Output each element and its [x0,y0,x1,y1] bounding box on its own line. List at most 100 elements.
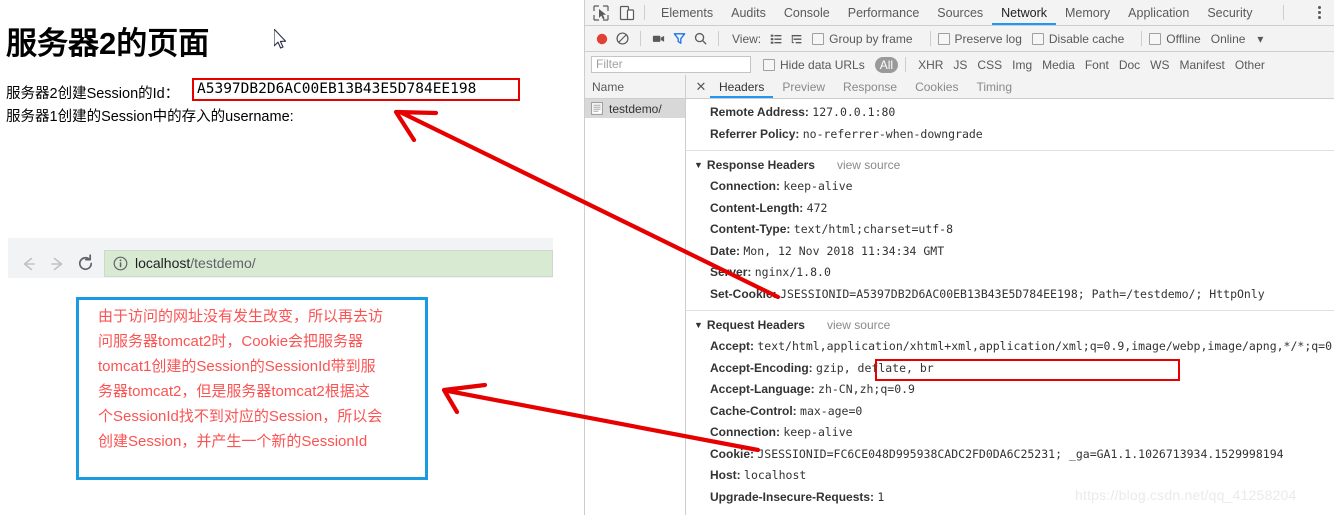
arrow-right-icon[interactable] [48,255,66,273]
tab-application[interactable]: Application [1119,1,1198,25]
header-row: Remote Address: 127.0.0.1:80 [686,102,1334,124]
detail-tab-timing[interactable]: Timing [967,76,1021,98]
header-row: Server: nginx/1.8.0 [686,262,1334,284]
capture-screenshots-icon[interactable] [648,28,669,49]
type-filter-js[interactable]: JS [948,57,972,73]
clear-no-entry-icon[interactable] [612,28,633,49]
type-filter-ws[interactable]: WS [1145,57,1174,73]
group-by-frame-option[interactable]: Group by frame [812,32,913,46]
request-row-label: testdemo/ [609,101,662,116]
type-filter-manifest[interactable]: Manifest [1175,57,1230,73]
preserve-log-option[interactable]: Preserve log [937,31,1022,46]
chevron-down-icon[interactable]: ▾ [1257,32,1263,46]
inspect-element-icon[interactable] [591,3,611,23]
detail-tab-cookies[interactable]: Cookies [906,76,967,98]
hide-data-urls-option[interactable]: Hide data URLs [763,58,865,72]
type-filter-xhr[interactable]: XHR [913,57,948,73]
disable-cache-option[interactable]: Disable cache [1031,32,1124,46]
header-row: Cache-Control: max-age=0 [686,401,1334,423]
header-value: 472 [806,200,828,215]
request-headers-title[interactable]: ▼ Request Headers view source [686,315,1334,336]
watermark-text: https://blog.csdn.net/qq_41258204 [1075,487,1297,503]
close-icon[interactable]: ✕ [692,79,710,95]
header-value: 1 [877,489,885,504]
waterfall-view-icon[interactable] [786,28,807,49]
response-headers-group: ▼ Response Headers view source Connection:… [686,151,1334,311]
view-source-link[interactable]: view source [837,158,900,172]
session-id-value: A5397DB2D6AC00EB13B43E5D784EE198 [197,81,477,97]
offline-label: Offline [1166,31,1201,46]
tab-audits[interactable]: Audits [722,1,775,25]
preserve-log-label: Preserve log [954,31,1022,46]
list-view-icon[interactable] [765,28,786,49]
tab-performance[interactable]: Performance [839,1,929,25]
throttle-value[interactable]: Online [1211,32,1246,46]
network-toolbar: View: Group by frame Preserve log Disabl… [585,26,1334,52]
reload-icon[interactable] [76,254,95,273]
arrow-left-icon[interactable] [20,255,38,273]
detail-tab-preview[interactable]: Preview [773,76,834,98]
request-row-testdemo[interactable]: testdemo/ [585,99,685,118]
tab-console[interactable]: Console [775,1,839,25]
header-row: Accept: text/html,application/xhtml+xml,… [686,336,1334,358]
record-circle-icon[interactable] [591,28,612,49]
header-row: Date: Mon, 12 Nov 2018 11:34:34 GMT [686,241,1334,263]
note-line: tomcat1创建的Session的SessionId带到服 [98,358,376,375]
type-filter-media[interactable]: Media [1037,57,1080,73]
request-list-header: Name [585,75,685,99]
tab-network[interactable]: Network [992,1,1056,25]
divider [718,31,719,46]
group-by-frame-checkbox[interactable] [812,32,825,45]
divider [644,5,645,20]
info-circle-icon[interactable] [113,256,128,271]
tab-elements[interactable]: Elements [652,1,722,25]
header-key: Connection: [710,179,780,193]
filter-input[interactable]: Filter [591,56,751,73]
device-toolbar-icon[interactable] [617,3,637,23]
header-value: JSESSIONID=A5397DB2D6AC00EB13B43E5D784EE… [780,286,1265,301]
caret-down-icon[interactable]: ▼ [694,155,703,176]
filter-funnel-icon[interactable] [669,28,690,49]
divider [1282,5,1284,20]
header-row: Host: localhost [686,465,1334,487]
tab-sources[interactable]: Sources [928,1,992,25]
network-body: Name testdemo/ ✕ Headers Preview Respons… [585,75,1334,515]
general-headers-group: Remote Address: 127.0.0.1:80 Referrer Po… [686,98,1334,151]
devtools-tab-bar: Elements Audits Console Performance Sour… [585,0,1334,26]
request-headers-group: ▼ Request Headers view source Accept: text… [686,311,1334,513]
tab-security[interactable]: Security [1198,1,1261,25]
header-value: nginx/1.8.0 [754,265,831,279]
address-bar-text[interactable]: localhost/testdemo/ [135,255,256,271]
detail-tab-response[interactable]: Response [834,76,906,98]
header-key: Host: [710,468,741,482]
header-value: Mon, 12 Nov 2018 11:34:34 GMT [743,243,945,258]
divider [1141,31,1143,46]
username-label: 服务器1创建的Session中的存入的username: [6,109,294,125]
request-detail-pane: ✕ Headers Preview Response Cookies Timin… [686,75,1334,515]
type-filter-css[interactable]: CSS [972,57,1007,73]
note-line: 由于访问的网址没有发生改变，所以再去访 [98,308,384,325]
header-value: max-age=0 [800,403,863,418]
response-headers-title[interactable]: ▼ Response Headers view source [686,155,1334,176]
header-row: Content-Length: 472 [686,198,1334,220]
type-filter-img[interactable]: Img [1007,57,1037,73]
type-filter-doc[interactable]: Doc [1114,57,1145,73]
header-key: Referrer Policy: [710,126,800,141]
type-filter-font[interactable]: Font [1080,57,1114,73]
hide-data-urls-checkbox[interactable] [763,58,775,71]
more-options-icon[interactable] [1312,4,1326,22]
offline-checkbox[interactable] [1149,32,1162,45]
caret-down-icon[interactable]: ▼ [694,315,703,336]
offline-option[interactable]: Offline [1149,31,1201,46]
view-source-link[interactable]: view source [827,318,890,332]
type-filter-all[interactable]: All [874,56,899,73]
detail-tab-headers[interactable]: Headers [710,76,774,98]
preserve-log-checkbox[interactable] [937,32,950,45]
type-filter-other[interactable]: Other [1230,57,1270,73]
tab-memory[interactable]: Memory [1056,1,1119,25]
search-magnifier-icon[interactable] [690,28,711,49]
disable-cache-checkbox[interactable] [1031,32,1044,45]
header-row: Connection: keep-alive [686,422,1334,444]
header-key: Accept: [710,339,755,353]
request-list-column: Name testdemo/ [585,75,686,515]
